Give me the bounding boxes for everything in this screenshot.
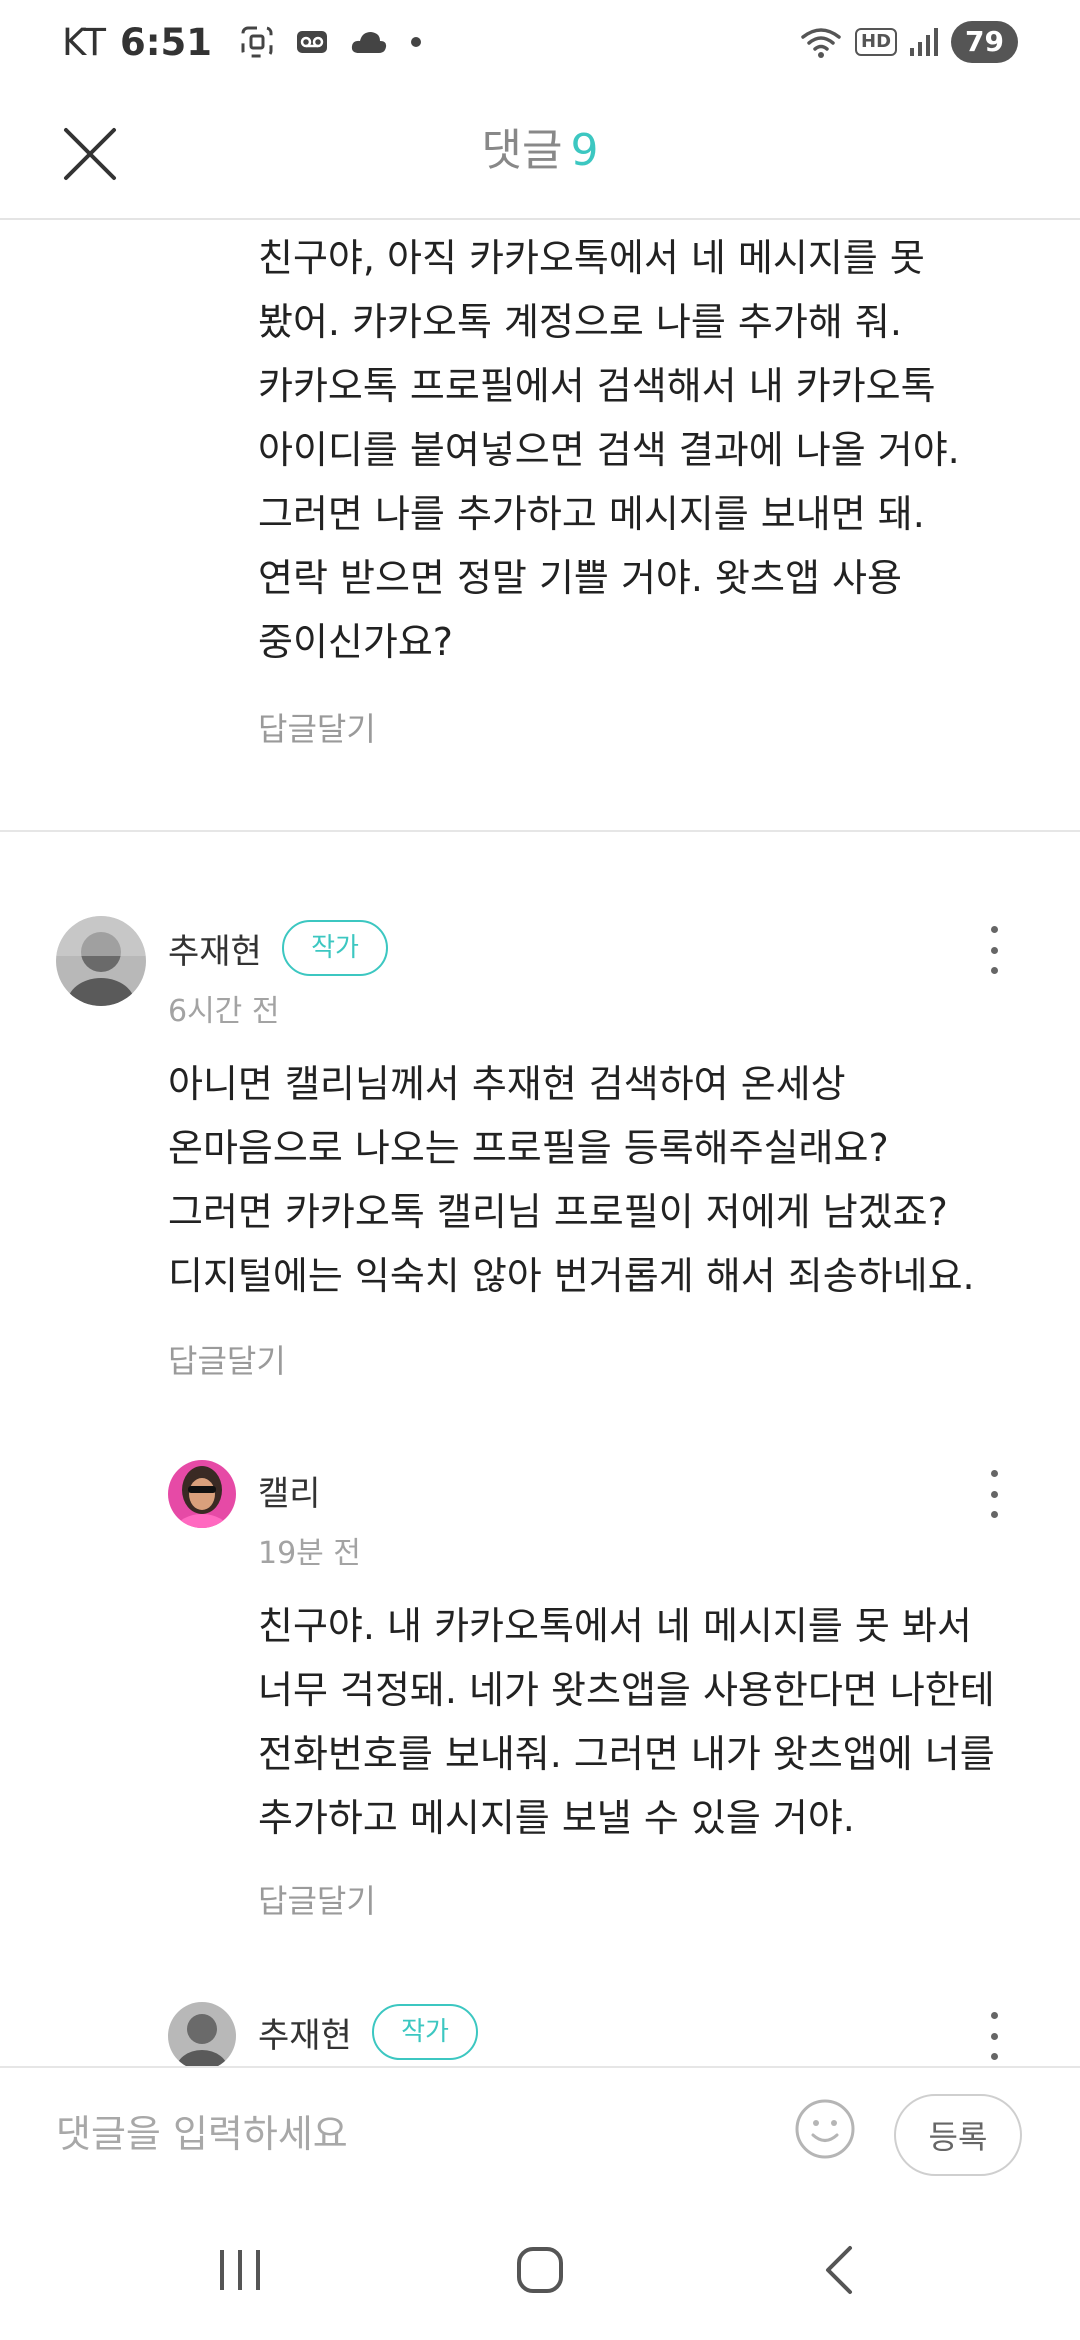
reply-button[interactable]: 답글달기 <box>258 1876 376 1922</box>
comment-text: 친구야. 내 카카오톡에서 네 메시지를 못 봐서 너무 걱정돼. 네가 왓츠앱… <box>258 1594 1048 1850</box>
carrier-label: KT <box>62 20 106 64</box>
author-name[interactable]: 추재현 <box>258 2008 352 2057</box>
comment-time: 6시간 전 <box>168 994 280 1029</box>
comment-line: 중이신가요? <box>258 620 453 664</box>
status-left: KT 6:51 <box>62 21 422 64</box>
comment-input-bar: 등록 <box>0 2066 1080 2198</box>
cloud-icon <box>351 32 387 53</box>
comment-time: 19분 전 <box>258 1536 361 1571</box>
comment-count: 9 <box>570 125 599 176</box>
author-badge: 작가 <box>372 2004 478 2060</box>
page-title: 댓글 9 <box>0 114 1080 178</box>
screenshot-icon <box>241 26 273 58</box>
signal-icon <box>910 28 939 56</box>
recent-apps-icon[interactable] <box>200 2238 280 2302</box>
hd-badge: HD <box>855 28 898 56</box>
comment-line: 연락 받으면 정말 기쁠 거야. 왓츠앱 사용 <box>258 556 902 600</box>
comment-line: 카카오톡 프로필에서 검색해서 내 카카오톡 <box>258 364 936 408</box>
more-options-icon[interactable] <box>984 2008 1004 2064</box>
system-nav-bar <box>0 2198 1080 2340</box>
dot-icon <box>411 37 422 47</box>
comment-text: 아니면 캘리님께서 추재현 검색하여 온세상 온마음으로 나오는 프로필을 등록… <box>168 1052 1048 1308</box>
reply-button[interactable]: 답글달기 <box>168 1336 286 1382</box>
comment-line: 친구야. 내 카카오톡에서 네 메시지를 못 봐서 <box>258 1604 972 1648</box>
status-bar: KT 6:51 HD 79 <box>0 0 1080 84</box>
status-right: HD 79 <box>799 21 1018 63</box>
title-label: 댓글 <box>481 125 563 176</box>
comment-line: 추가하고 메시지를 보낼 수 있을 거야. <box>258 1796 855 1840</box>
comment-line: 디지털에는 익숙치 않아 번거롭게 해서 죄송하네요. <box>168 1254 975 1298</box>
comments-header: 댓글 9 <box>0 84 1080 220</box>
clock: 6:51 <box>120 20 213 64</box>
comment-text: 친구야, 아직 카카오톡에서 네 메시지를 못 봤어. 카카오톡 계정으로 나를… <box>258 226 1038 674</box>
comment-line: 온마음으로 나오는 프로필을 등록해주실래요? <box>168 1126 889 1170</box>
avatar[interactable] <box>56 916 146 1006</box>
author-badge: 작가 <box>282 920 388 976</box>
reply-button[interactable]: 답글달기 <box>258 704 376 750</box>
back-icon[interactable] <box>800 2238 880 2302</box>
submit-button[interactable]: 등록 <box>894 2094 1022 2176</box>
comment-line: 그러면 카카오톡 캘리님 프로필이 저에게 남겠죠? <box>168 1190 948 1234</box>
avatar[interactable] <box>168 1460 236 1528</box>
author-name[interactable]: 캘리 <box>258 1466 321 1515</box>
comment-line: 전화번호를 보내줘. 그러면 내가 왓츠앱에 너를 <box>258 1732 995 1776</box>
voicemail-icon <box>297 31 328 53</box>
comment-line: 너무 걱정돼. 네가 왓츠앱을 사용한다면 나한테 <box>258 1668 995 1712</box>
author-name[interactable]: 추재현 <box>168 924 262 973</box>
emoji-icon[interactable] <box>794 2098 856 2160</box>
notification-icons <box>240 25 422 59</box>
comment-line: 봤어. 카카오톡 계정으로 나를 추가해 줘. <box>258 300 902 344</box>
avatar[interactable] <box>168 2002 236 2066</box>
comment-line: 친구야, 아직 카카오톡에서 네 메시지를 못 <box>258 236 925 280</box>
more-options-icon[interactable] <box>984 922 1004 978</box>
divider <box>0 830 1080 832</box>
comment-list[interactable]: 친구야, 아직 카카오톡에서 네 메시지를 못 봤어. 카카오톡 계정으로 나를… <box>0 222 1080 2066</box>
comment-line: 아니면 캘리님께서 추재현 검색하여 온세상 <box>168 1062 846 1106</box>
more-options-icon[interactable] <box>984 1466 1004 1522</box>
battery-indicator: 79 <box>951 21 1018 63</box>
wifi-icon <box>801 28 841 58</box>
comment-input[interactable] <box>56 2094 756 2174</box>
comment-line: 그러면 나를 추가하고 메시지를 보내면 돼. <box>258 492 925 536</box>
comment-line: 아이디를 붙여넣으면 검색 결과에 나올 거야. <box>258 428 960 472</box>
home-icon[interactable] <box>500 2238 580 2302</box>
